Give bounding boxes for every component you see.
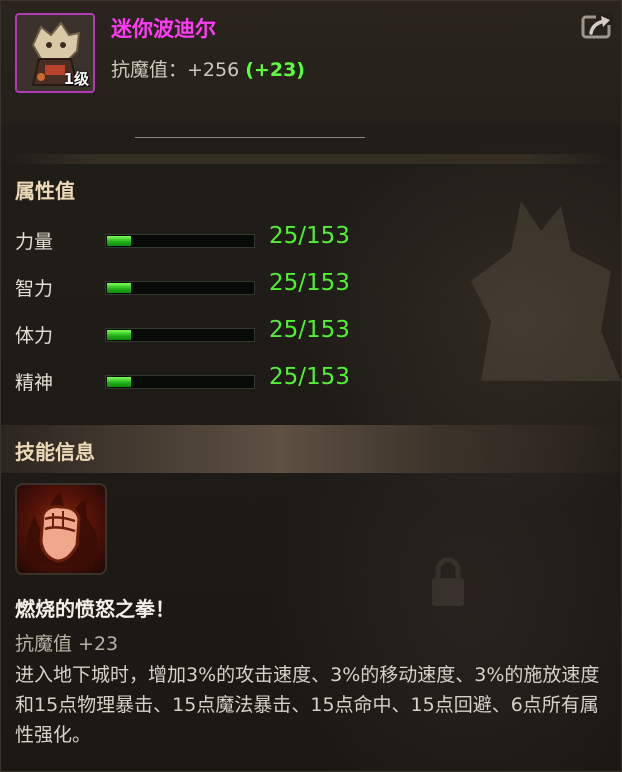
- section-divider: [5, 154, 617, 164]
- attribute-value: 25/153: [269, 317, 350, 343]
- attribute-progress-fill: [107, 330, 132, 340]
- attribute-progress-fill: [107, 236, 132, 246]
- skill-icon-frame[interactable]: [15, 483, 107, 575]
- background-lock-icon: [432, 557, 464, 606]
- skill-stat: 抗魔值 +23: [15, 633, 119, 655]
- attribute-progress-bar: [105, 328, 255, 342]
- skill-description: 进入地下城时，增加3%的攻击速度、3%的移动速度、3%的施放速度和15点物理暴击…: [15, 664, 600, 746]
- attribute-progress-bar: [105, 281, 255, 295]
- attribute-progress-bar: [105, 234, 255, 248]
- stat-bonus: (+23): [245, 59, 305, 81]
- tooltip-header: 1级 迷你波迪尔 抗魔值：+256 (+23): [1, 1, 621, 125]
- skill-name: 燃烧的愤怒之拳！: [15, 597, 175, 621]
- attribute-value: 25/153: [269, 223, 350, 249]
- attributes-title: 属性值: [15, 179, 75, 203]
- pet-name: 迷你波迪尔: [111, 17, 216, 41]
- header-separator: [135, 137, 365, 138]
- stat-label: 抗魔值：: [111, 59, 188, 81]
- attribute-label: 体力: [15, 325, 54, 347]
- flaming-fist-icon: [26, 491, 98, 567]
- attribute-row-strength: 力量 25/153: [15, 223, 415, 257]
- stat-value: +256: [187, 59, 240, 81]
- attribute-row-intelligence: 智力 25/153: [15, 270, 415, 304]
- attribute-value: 25/153: [269, 364, 350, 390]
- pet-tooltip-panel: 1级 迷你波迪尔 抗魔值：+256 (+23) 属性值 力量 25/153 智力…: [0, 0, 622, 772]
- attribute-label: 智力: [15, 278, 54, 300]
- attribute-value: 25/153: [269, 270, 350, 296]
- attribute-row-vitality: 体力 25/153: [15, 317, 415, 351]
- attribute-label: 力量: [15, 231, 54, 253]
- pet-portrait[interactable]: 1级: [15, 13, 95, 93]
- skill-section-title: 技能信息: [15, 440, 95, 464]
- attribute-label: 精神: [15, 372, 54, 394]
- background-creature-silhouette: [471, 201, 621, 381]
- pet-level-badge: 1级: [63, 70, 89, 88]
- magic-resistance-line: 抗魔值：+256 (+23): [111, 55, 305, 82]
- export-icon[interactable]: [581, 13, 613, 39]
- attribute-progress-fill: [107, 283, 132, 293]
- attribute-progress-bar: [105, 375, 255, 389]
- attribute-row-spirit: 精神 25/153: [15, 364, 415, 398]
- attribute-progress-fill: [107, 377, 132, 387]
